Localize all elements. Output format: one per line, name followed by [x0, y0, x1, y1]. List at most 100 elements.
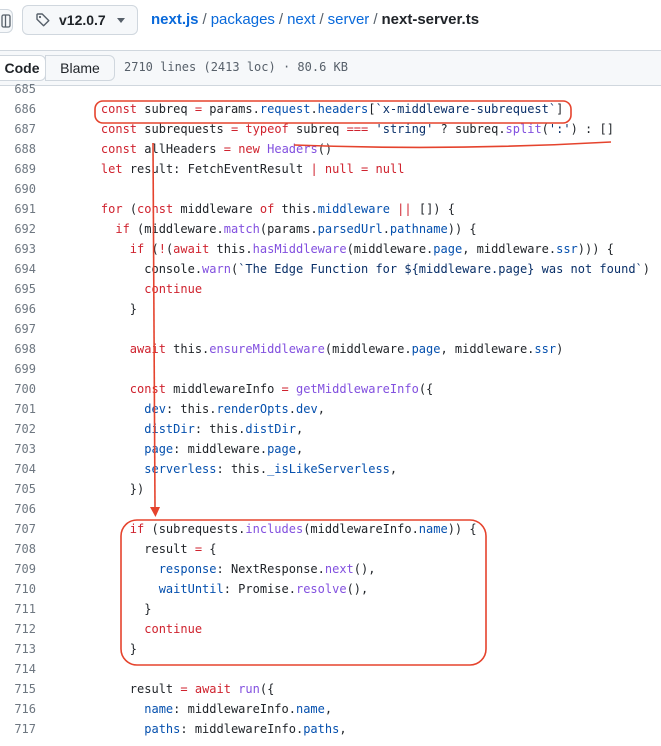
breadcrumb: next.js / packages / next / server / next-server… [151, 11, 479, 28]
line-number[interactable]: 702 [0, 419, 36, 439]
code-text: const middlewareInfo = getMiddlewareInfo… [129, 382, 434, 396]
code-text: continue [144, 622, 203, 636]
line-number[interactable]: 697 [0, 319, 36, 339]
code-line: 686 const subreq = params.request.header… [0, 99, 661, 119]
code-line: 706 [0, 499, 661, 519]
breadcrumb-repo-link[interactable]: next.js [151, 11, 199, 28]
code-text: await this.ensureMiddleware(middleware.p… [129, 342, 564, 356]
line-number[interactable]: 689 [0, 159, 36, 179]
line-number[interactable]: 698 [0, 339, 36, 359]
line-number[interactable]: 710 [0, 579, 36, 599]
code-text: continue [144, 282, 203, 296]
line-number[interactable]: 713 [0, 639, 36, 659]
line-number[interactable]: 705 [0, 479, 36, 499]
line-number[interactable]: 694 [0, 259, 36, 279]
breadcrumb-dir-link[interactable]: server [328, 11, 370, 28]
code-line: 707 if (subrequests.includes(middlewareI… [0, 519, 661, 539]
branch-label: v12.0.7 [59, 12, 106, 28]
code-line: 703 page: middleware.page, [0, 439, 661, 459]
code-text: const subrequests = typeof subreq === 's… [100, 122, 614, 136]
breadcrumb-separator: / [202, 11, 207, 28]
line-number[interactable]: 704 [0, 459, 36, 479]
line-number[interactable]: 691 [0, 199, 36, 219]
code-text: response: NextResponse.next(), [158, 562, 376, 576]
code-text: }) [72, 482, 145, 496]
line-number[interactable]: 709 [0, 559, 36, 579]
line-number[interactable]: 699 [0, 359, 36, 379]
code-text: dev: this.renderOpts.dev, [144, 402, 325, 416]
line-number[interactable]: 688 [0, 139, 36, 159]
line-number[interactable]: 714 [0, 659, 36, 679]
code-line: 714 [0, 659, 661, 679]
code-text: page: middleware.page, [144, 442, 304, 456]
sidebar-collapse-icon [1, 14, 11, 28]
code-line: 690 [0, 179, 661, 199]
line-number[interactable]: 701 [0, 399, 36, 419]
line-number[interactable]: 715 [0, 679, 36, 699]
line-number[interactable]: 700 [0, 379, 36, 399]
line-number[interactable]: 706 [0, 499, 36, 519]
code-line: 705 }) [0, 479, 661, 499]
code-line: 713 } [0, 639, 661, 659]
code-line: 704 serverless: this._isLikeServerless, [0, 459, 661, 479]
code-line: 715 result = await run({ [0, 679, 661, 699]
line-number[interactable]: 707 [0, 519, 36, 539]
code-text: } [72, 602, 152, 616]
code-text: if (middleware.match(params.parsedUrl.pa… [115, 222, 477, 236]
breadcrumb-dir-link[interactable]: packages [211, 11, 275, 28]
breadcrumb-file-name: next-server.ts [381, 11, 480, 28]
code-line: 696 } [0, 299, 661, 319]
line-number[interactable]: 687 [0, 119, 36, 139]
code-text: result = await run({ [72, 682, 275, 696]
code-line: 694 console.warn(`The Edge Function for … [0, 259, 661, 279]
code-line: 697 [0, 319, 661, 339]
code-text: console.warn(`The Edge Function for ${mi… [72, 262, 650, 276]
sidebar-toggle-button[interactable] [0, 9, 13, 33]
code-line: 691 for (const middleware of this.middle… [0, 199, 661, 219]
line-number[interactable]: 690 [0, 179, 36, 199]
line-number[interactable]: 703 [0, 439, 36, 459]
code-text: if (!(await this.hasMiddleware(middlewar… [129, 242, 614, 256]
line-number[interactable]: 685 [0, 79, 36, 99]
code-line: 698 await this.ensureMiddleware(middlewa… [0, 339, 661, 359]
code-line: 700 const middlewareInfo = getMiddleware… [0, 379, 661, 399]
breadcrumb-separator: / [319, 11, 324, 28]
code-text: result = { [72, 542, 217, 556]
breadcrumb-separator: / [373, 11, 378, 28]
code-line: 692 if (middleware.match(params.parsedUr… [0, 219, 661, 239]
breadcrumb-dir-link[interactable]: next [287, 11, 315, 28]
code-line: 712 continue [0, 619, 661, 639]
code-text: const subreq = params.request.headers[`x… [100, 102, 564, 116]
code-tab[interactable]: Code [0, 55, 46, 81]
code-text: } [72, 302, 138, 316]
branch-select-button[interactable]: v12.0.7 [22, 5, 138, 35]
file-info: 2710 lines (2413 loc) · 80.6 KB [124, 60, 348, 74]
code-line: 688 const allHeaders = new Headers() [0, 139, 661, 159]
code-text: waitUntil: Promise.resolve(), [158, 582, 369, 596]
code-text: if (subrequests.includes(middlewareInfo.… [129, 522, 477, 536]
line-number[interactable]: 692 [0, 219, 36, 239]
code-line: 717 paths: middlewareInfo.paths, [0, 719, 661, 739]
line-number[interactable]: 717 [0, 719, 36, 739]
code-line: 701 dev: this.renderOpts.dev, [0, 399, 661, 419]
line-number[interactable]: 712 [0, 619, 36, 639]
tag-icon [36, 13, 50, 27]
line-number[interactable]: 708 [0, 539, 36, 559]
code-text: paths: middlewareInfo.paths, [144, 722, 347, 736]
blame-tab[interactable]: Blame [45, 55, 115, 81]
code-line: 693 if (!(await this.hasMiddleware(middl… [0, 239, 661, 259]
code-line: 710 waitUntil: Promise.resolve(), [0, 579, 661, 599]
chevron-down-icon [117, 18, 125, 23]
code-line: 702 distDir: this.distDir, [0, 419, 661, 439]
line-number[interactable]: 716 [0, 699, 36, 719]
code-line: 711 } [0, 599, 661, 619]
line-number[interactable]: 695 [0, 279, 36, 299]
code-text: } [72, 642, 138, 656]
line-number[interactable]: 711 [0, 599, 36, 619]
code-line: 699 [0, 359, 661, 379]
line-number[interactable]: 696 [0, 299, 36, 319]
line-number[interactable]: 686 [0, 99, 36, 119]
code-line: 695 continue [0, 279, 661, 299]
line-number[interactable]: 693 [0, 239, 36, 259]
file-navigation-bar: v12.0.7 next.js / packages / next / server / nex… [0, 0, 661, 42]
